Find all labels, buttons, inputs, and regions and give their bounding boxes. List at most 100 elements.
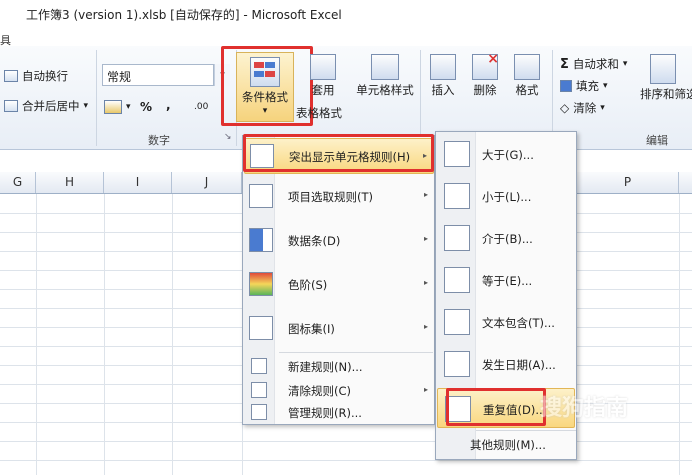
submenu-item-greater-than[interactable]: 大于(G)... [437, 134, 575, 174]
submenu-item-date-occurring[interactable]: 发生日期(A)... [437, 344, 575, 384]
conditional-format-menu: 突出显示单元格规则(H) ▸ 项目选取规则(T) ▸ 数据条(D) ▸ 色阶(S… [242, 135, 435, 425]
menu-item-manage-rules[interactable]: 管理规则(R)... [244, 400, 434, 424]
clear-dropdown-icon: ▾ [600, 103, 605, 113]
color-scales-icon [249, 272, 273, 296]
submenu-arrow-icon: ▸ [423, 278, 428, 287]
conditional-format-label: 条件格式 [242, 90, 288, 104]
conditional-format-dropdown-icon: ▾ [262, 106, 268, 116]
autosum-button[interactable]: Σ 自动求和 ▾ [560, 56, 627, 72]
menu-item-label: 新建规则(N)... [288, 360, 363, 374]
date-occurring-icon [444, 351, 470, 377]
edit-group-label: 编辑 [646, 134, 668, 147]
cell-styles-button[interactable]: 单元格样式 [354, 54, 416, 97]
format-icon [514, 54, 540, 80]
menu-item-label: 清除规则(C) [288, 384, 352, 398]
number-format-combo[interactable]: 常规 ▾ [102, 64, 230, 86]
highlight-box-menu-item [243, 134, 434, 172]
wrap-text-icon [4, 70, 18, 82]
title-bar: 工作簿3 (version 1).xlsb [自动保存的] - Microsof… [0, 0, 692, 28]
submenu-arrow-icon: ▸ [423, 234, 428, 243]
submenu-item-label: 发生日期(A)... [482, 358, 556, 372]
insert-icon [430, 54, 456, 80]
greater-than-icon [444, 141, 470, 167]
currency-icon [104, 100, 122, 114]
number-format-value: 常规 [102, 64, 214, 86]
merge-center-icon [4, 100, 18, 112]
conditional-format-icon [250, 57, 280, 87]
submenu-item-label: 大于(G)... [482, 148, 534, 162]
conditional-format-button[interactable]: 条件格式 ▾ [236, 52, 294, 122]
format-table-label-1: 套用 [311, 83, 335, 97]
submenu-item-less-than[interactable]: 小于(L)... [437, 176, 575, 216]
merge-center-button[interactable]: 合并后居中 ▾ [4, 98, 88, 114]
delete-button[interactable]: × 删除 [468, 51, 502, 97]
format-button[interactable]: 格式 [510, 54, 544, 97]
equal-to-icon [444, 267, 470, 293]
menu-item-top-bottom-rules[interactable]: 项目选取规则(T) ▸ [244, 176, 434, 216]
fill-dropdown-icon: ▾ [603, 81, 608, 91]
menu-item-color-scales[interactable]: 色阶(S) ▸ [244, 264, 434, 304]
new-rule-icon [251, 358, 267, 374]
submenu-item-between[interactable]: 介于(B)... [437, 218, 575, 258]
sort-filter-label: 排序和筛选 [640, 87, 692, 101]
text-contains-icon [444, 309, 470, 335]
cell-styles-label: 单元格样式 [356, 83, 414, 97]
format-label: 格式 [515, 83, 539, 97]
percent-button[interactable]: % [140, 100, 152, 114]
menu-item-new-rule[interactable]: 新建规则(N)... [244, 354, 434, 378]
fill-icon [560, 80, 572, 92]
autosum-dropdown-icon: ▾ [622, 59, 628, 69]
insert-button[interactable]: 插入 [426, 54, 460, 97]
format-table-label-2: 表格格式 [296, 106, 342, 120]
column-header-j[interactable]: J [172, 172, 242, 193]
menu-item-label: 色阶(S) [288, 278, 328, 292]
menu-item-label: 数据条(D) [288, 234, 341, 248]
watermark: 搜狗指南 [540, 396, 629, 421]
wrap-text-button[interactable]: 自动换行 [4, 68, 68, 84]
menu-item-icon-sets[interactable]: 图标集(I) ▸ [244, 308, 434, 348]
submenu-item-label: 小于(L)... [482, 190, 532, 204]
format-table-icon [310, 54, 336, 80]
submenu-item-more-rules[interactable]: 其他规则(M)... [470, 437, 546, 453]
clear-label: 清除 [573, 101, 597, 115]
wrap-text-label: 自动换行 [22, 69, 68, 83]
column-header-g[interactable]: G [0, 172, 36, 193]
delete-label: 删除 [473, 83, 497, 97]
column-header-i[interactable]: I [104, 172, 172, 193]
submenu-item-equal-to[interactable]: 等于(E)... [437, 260, 575, 300]
submenu-item-label: 文本包含(T)... [482, 316, 555, 330]
merge-dropdown-icon: ▾ [83, 101, 89, 111]
submenu-arrow-icon: ▸ [423, 322, 428, 331]
fill-button[interactable]: 填充 ▾ [560, 78, 608, 94]
submenu-item-label: 等于(E)... [482, 274, 533, 288]
submenu-item-text-contains[interactable]: 文本包含(T)... [437, 302, 575, 342]
sigma-icon: Σ [560, 56, 569, 72]
top-bottom-icon [249, 184, 273, 208]
currency-dropdown-icon: ▾ [126, 102, 131, 112]
clear-rules-icon [251, 382, 267, 398]
cell-styles-icon [371, 54, 399, 80]
sort-filter-button[interactable]: 排序和筛选 [640, 54, 692, 101]
accounting-format-button[interactable]: ▾ [104, 100, 131, 114]
clear-button[interactable]: ◇ 清除 ▾ [560, 100, 605, 116]
data-bars-icon [249, 228, 273, 252]
number-launcher-icon[interactable]: ↘ [224, 132, 232, 142]
menu-divider [476, 430, 576, 431]
submenu-arrow-icon: ▸ [423, 190, 428, 199]
merge-center-label: 合并后居中 [22, 99, 80, 113]
menu-item-data-bars[interactable]: 数据条(D) ▸ [244, 220, 434, 260]
number-group-label: 数字 [148, 134, 170, 147]
fill-label: 填充 [576, 79, 599, 93]
autosum-label: 自动求和 [572, 57, 619, 71]
window-title: 工作簿3 (version 1).xlsb [自动保存的] - Microsof… [26, 8, 342, 22]
column-header-p[interactable]: P [577, 172, 679, 193]
menu-item-label: 项目选取规则(T) [288, 190, 373, 204]
format-as-table-button[interactable]: 套用 [300, 54, 346, 97]
sort-filter-icon [650, 54, 676, 84]
menu-item-clear-rules[interactable]: 清除规则(C) ▸ [244, 378, 434, 402]
increase-decimal-button[interactable]: .00 [194, 102, 208, 112]
comma-button[interactable]: , [166, 98, 171, 112]
menu-item-label: 管理规则(R)... [288, 406, 362, 420]
group-separator [96, 50, 97, 146]
column-header-h[interactable]: H [36, 172, 104, 193]
